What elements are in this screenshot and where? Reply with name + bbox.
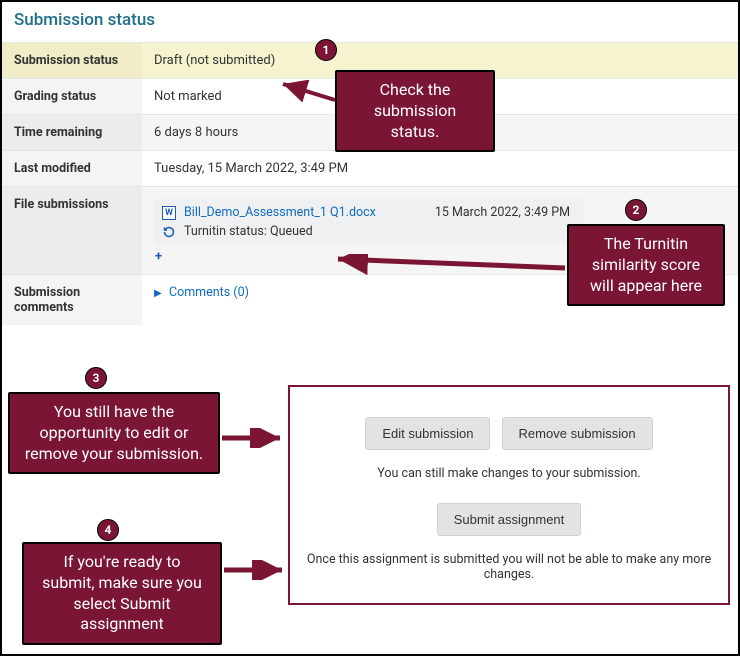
arrow-3 <box>220 428 286 448</box>
callout-1: Check the submission status. <box>335 70 495 152</box>
edit-submission-button[interactable]: Edit submission <box>365 417 490 450</box>
row-value-last-modified: Tuesday, 15 March 2022, 3:49 PM <box>142 151 738 187</box>
page-title: Submission status <box>2 2 738 42</box>
remove-submission-button[interactable]: Remove submission <box>502 417 653 450</box>
file-block: W Bill_Demo_Assessment_1 Q1.docx 15 Marc… <box>154 199 584 245</box>
row-label-time-remaining: Time remaining <box>2 115 142 151</box>
callout-3: You still have the opportunity to edit o… <box>8 392 220 474</box>
file-date: 15 March 2022, 3:49 PM <box>435 205 576 220</box>
submit-note: Once this assignment is submitted you wi… <box>306 552 712 582</box>
badge-1: 1 <box>315 39 337 61</box>
badge-3: 3 <box>85 367 107 389</box>
row-label-file-submissions: File submissions <box>2 187 142 275</box>
badge-4: 4 <box>97 519 119 541</box>
action-panel: Edit submission Remove submission You ca… <box>288 385 730 605</box>
file-link[interactable]: Bill_Demo_Assessment_1 Q1.docx <box>184 205 376 220</box>
callout-4: If you're ready to submit, make sure you… <box>22 542 222 645</box>
row-label-submission-comments: Submission comments <box>2 275 142 326</box>
expand-caret-icon[interactable]: ▶ <box>154 288 162 299</box>
row-label-last-modified: Last modified <box>2 151 142 187</box>
arrow-4 <box>222 560 288 580</box>
edit-note: You can still make changes to your submi… <box>306 466 712 481</box>
comments-link[interactable]: Comments (0) <box>169 285 249 300</box>
refresh-icon[interactable] <box>162 225 176 239</box>
row-label-grading-status: Grading status <box>2 79 142 115</box>
row-label-submission-status: Submission status <box>2 43 142 79</box>
callout-2: The Turnitin similarity score will appea… <box>567 224 725 306</box>
word-file-icon: W <box>162 206 176 220</box>
turnitin-status: Turnitin status: Queued <box>184 224 313 239</box>
badge-2: 2 <box>625 199 647 221</box>
submit-assignment-button[interactable]: Submit assignment <box>437 503 582 536</box>
